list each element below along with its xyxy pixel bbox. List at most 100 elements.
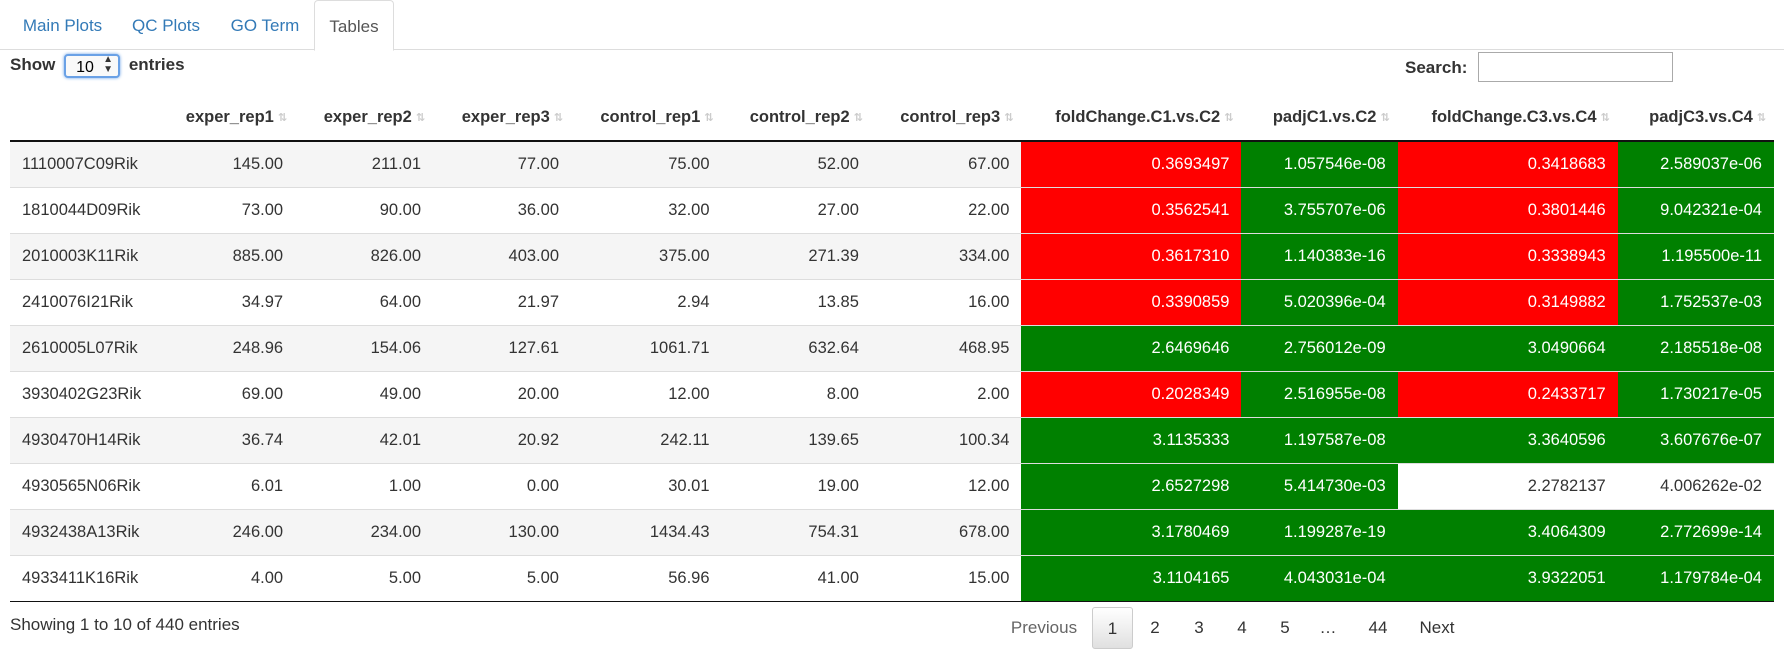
row-name-header[interactable] (10, 95, 161, 142)
pagination-page-4[interactable]: 4 (1223, 607, 1261, 649)
pagination-page-5[interactable]: 5 (1266, 607, 1304, 649)
pagination: Previous 1 2 3 4 5 … 44 Next (0, 607, 1784, 649)
table-cell: 0.00 (433, 462, 571, 509)
pagination-previous[interactable]: Previous (1005, 607, 1083, 649)
tab-go-term[interactable]: GO Term (218, 0, 312, 50)
table-row[interactable]: 2410076I21Rik 34.97 64.00 21.97 2.94 13.85 16.… (10, 278, 1774, 325)
tab-main-plots[interactable]: Main Plots (10, 0, 115, 50)
table-cell: 12.00 (571, 370, 722, 417)
show-label: Show (10, 55, 56, 74)
table-cell: 1061.71 (571, 324, 722, 371)
sort-icon: ⇅ (553, 112, 563, 125)
column-header[interactable]: foldChange.C3.vs.C4 ⇅ (1397, 95, 1618, 142)
table-row[interactable]: 1110007C09Rik 145.00 211.01 77.00 75.00 52.00… (10, 140, 1774, 187)
column-header[interactable]: exper_rep2 ⇅ (295, 95, 434, 142)
column-header[interactable]: foldChange.C1.vs.C2 ⇅ (1021, 95, 1242, 142)
column-header[interactable]: exper_rep3 ⇅ (433, 95, 571, 142)
table-cell: 3.0490664 (1397, 324, 1618, 371)
table-row[interactable]: 2610005L07Rik 248.96 154.06 127.61 1061.71 63… (10, 324, 1774, 371)
pagination-page-44[interactable]: 44 (1356, 607, 1400, 649)
table-cell: 2.6527298 (1021, 462, 1242, 509)
entries-select-value: 10 (76, 58, 94, 76)
gene-name-cell: 2010003K11Rik (10, 232, 161, 279)
pagination-page-1[interactable]: 1 (1092, 607, 1133, 649)
table-cell: 632.64 (721, 324, 871, 371)
table-cell: 73.00 (160, 186, 296, 233)
table-cell: 0.3418683 (1397, 140, 1618, 187)
table-cell: 3.607676e-07 (1617, 416, 1774, 463)
table-row[interactable]: 1810044D09Rik 73.00 90.00 36.00 32.00 27.00 22… (10, 186, 1774, 233)
pagination-page-2[interactable]: 2 (1136, 607, 1174, 649)
table-cell: 42.01 (295, 416, 434, 463)
table-row[interactable]: 4930565N06Rik 6.01 1.00 0.00 30.01 19.00 12.00… (10, 462, 1774, 509)
tab-tables[interactable]: Tables (314, 0, 394, 51)
column-header[interactable]: exper_rep1 ⇅ (160, 95, 296, 142)
table-cell: 0.3562541 (1021, 186, 1242, 233)
table-cell: 1434.43 (571, 508, 722, 555)
table-cell: 2.589037e-06 (1617, 140, 1774, 187)
sort-icon: ⇅ (1756, 112, 1766, 125)
column-header[interactable]: padjC3.vs.C4 ⇅ (1617, 95, 1774, 142)
table-cell: 20.92 (433, 416, 571, 463)
table-cell: 36.00 (433, 186, 571, 233)
table-row[interactable]: 2010003K11Rik 885.00 826.00 403.00 375.00 271… (10, 232, 1774, 279)
gene-name-cell: 4932438A13Rik (10, 508, 161, 555)
table-cell: 2.772699e-14 (1617, 508, 1774, 555)
table-cell: 75.00 (571, 140, 722, 187)
gene-name-cell: 2610005L07Rik (10, 324, 161, 371)
table-cell: 8.00 (721, 370, 871, 417)
table-cell: 2.2782137 (1397, 462, 1618, 509)
table-cell: 2.6469646 (1021, 324, 1242, 371)
table-cell: 0.3338943 (1397, 232, 1618, 279)
entries-select[interactable]: 10 ▲ ▼ (64, 53, 121, 78)
column-header-label: padjC3.vs.C4 (1649, 108, 1753, 126)
table-row[interactable]: 4933411K16Rik 4.00 5.00 5.00 56.96 41.00 15.00… (10, 554, 1774, 602)
table-cell: 242.11 (571, 416, 722, 463)
column-header-label: exper_rep1 (185, 108, 274, 126)
pagination-next[interactable]: Next (1408, 607, 1466, 649)
table-cell: 885.00 (160, 232, 296, 279)
table-cell: 468.95 (870, 324, 1022, 371)
table-cell: 5.020396e-04 (1241, 278, 1398, 325)
column-header[interactable]: control_rep2 ⇅ (721, 95, 871, 142)
data-table: exper_rep1 ⇅ exper_rep2 ⇅ exper_rep3 ⇅ control… (10, 95, 1774, 602)
table-cell: 3.4064309 (1397, 508, 1618, 555)
gene-name-cell: 4930470H14Rik (10, 416, 161, 463)
table-cell: 2.516955e-08 (1241, 370, 1398, 417)
tab-qc-plots[interactable]: QC Plots (120, 0, 212, 50)
table-cell: 56.96 (571, 554, 722, 602)
column-header-label: control_rep3 (900, 108, 1001, 126)
table-row[interactable]: 3930402G23Rik 69.00 49.00 20.00 12.00 8.00 2.0… (10, 370, 1774, 417)
table-cell: 15.00 (870, 554, 1022, 602)
table-cell: 154.06 (295, 324, 434, 371)
table-cell: 1.00 (295, 462, 434, 509)
table-cell: 2.756012e-09 (1241, 324, 1398, 371)
table-cell: 30.01 (571, 462, 722, 509)
gene-name-cell: 1810044D09Rik (10, 186, 161, 233)
table-row[interactable]: 4932438A13Rik 246.00 234.00 130.00 1434.43 75… (10, 508, 1774, 555)
sort-icon: ⇅ (853, 112, 863, 125)
table-cell: 754.31 (721, 508, 871, 555)
column-header[interactable]: control_rep1 ⇅ (571, 95, 722, 142)
column-header-label: foldChange.C3.vs.C4 (1431, 108, 1597, 126)
column-header-label: foldChange.C1.vs.C2 (1055, 108, 1221, 126)
table-cell: 5.414730e-03 (1241, 462, 1398, 509)
column-header[interactable]: padjC1.vs.C2 ⇅ (1241, 95, 1398, 142)
table-cell: 4.043031e-04 (1241, 554, 1398, 602)
sort-icon: ⇅ (1600, 112, 1610, 125)
table-cell: 375.00 (571, 232, 722, 279)
search-input[interactable] (1478, 52, 1673, 82)
header-row: exper_rep1 ⇅ exper_rep2 ⇅ exper_rep3 ⇅ control… (10, 95, 1774, 142)
table-cell: 20.00 (433, 370, 571, 417)
gene-name-cell: 4933411K16Rik (10, 554, 161, 602)
table-row[interactable]: 4930470H14Rik 36.74 42.01 20.92 242.11 139.65… (10, 416, 1774, 463)
table-cell: 211.01 (295, 140, 434, 187)
table-cell: 32.00 (571, 186, 722, 233)
table-cell: 5.00 (433, 554, 571, 602)
column-header[interactable]: control_rep3 ⇅ (870, 95, 1022, 142)
column-header-label: exper_rep2 (323, 108, 412, 126)
table-cell: 100.34 (870, 416, 1022, 463)
gene-name-cell: 1110007C09Rik (10, 140, 161, 187)
pagination-page-3[interactable]: 3 (1180, 607, 1218, 649)
table-cell: 0.3801446 (1397, 186, 1618, 233)
